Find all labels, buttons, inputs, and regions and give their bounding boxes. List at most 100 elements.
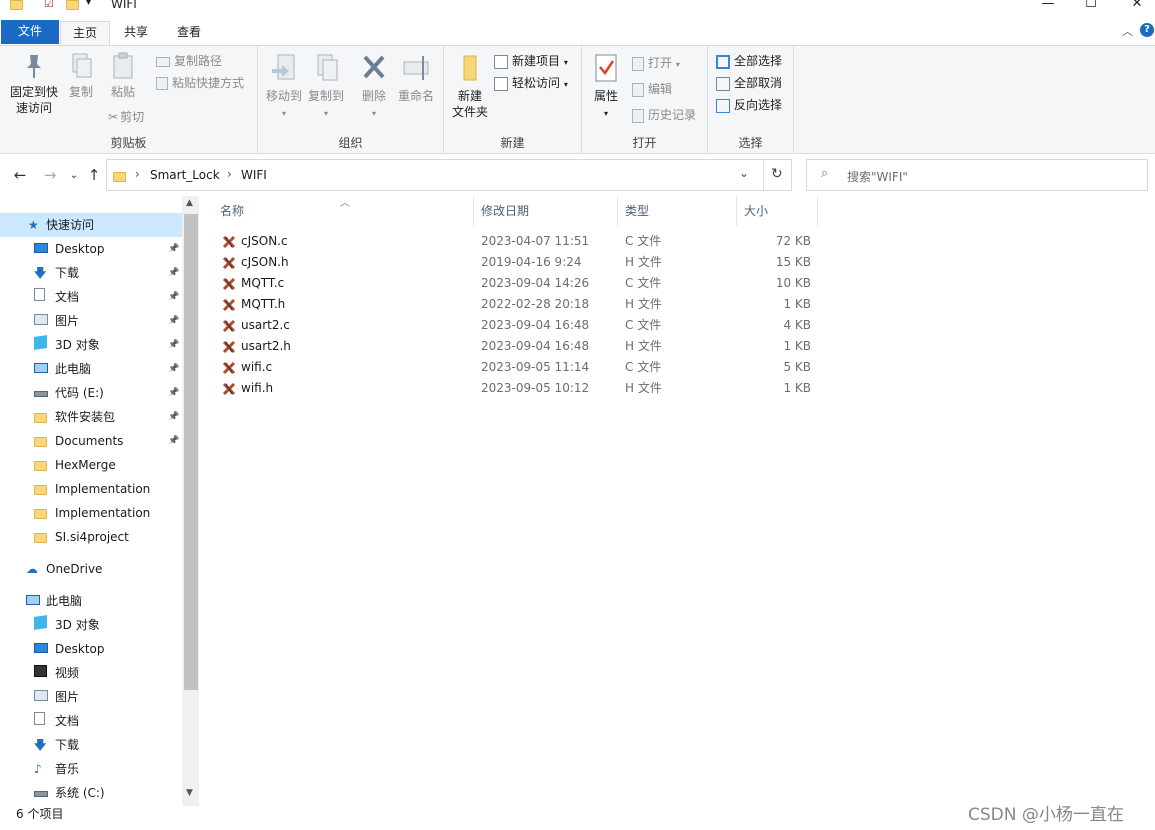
nav-item[interactable]: 文档 📌 xyxy=(0,285,182,309)
nav-onedrive[interactable]: ☁ OneDrive xyxy=(0,557,182,581)
collapse-ribbon-chevron-icon[interactable]: ︿ xyxy=(1122,23,1133,39)
nav-item[interactable]: 3D 对象 xyxy=(0,613,182,637)
select-none-label: 全部取消 xyxy=(734,76,783,90)
file-row[interactable]: wifi.c 2023-09-05 11:14 C 文件 5 KB xyxy=(216,357,816,378)
back-arrow-icon[interactable]: ← xyxy=(10,166,30,184)
nav-item[interactable]: SI.si4project xyxy=(0,525,182,549)
copy-button[interactable]: 复制 xyxy=(64,52,98,100)
nav-item[interactable]: 🡇 下载 xyxy=(0,733,182,757)
nav-item[interactable]: Documents 📌 xyxy=(0,429,182,453)
nav-item[interactable]: Implementation xyxy=(0,501,182,525)
file-row[interactable]: usart2.c 2023-09-04 16:48 C 文件 4 KB xyxy=(216,315,816,336)
edit-label: 编辑 xyxy=(648,82,673,96)
nav-item-label: 音乐 xyxy=(55,762,80,776)
rename-button[interactable]: 重命名 xyxy=(396,52,436,104)
ribbon-tabs: 文件 主页 共享 查看 ︿ ? xyxy=(0,18,1155,45)
move-to-button[interactable]: 移动到 ▾ xyxy=(262,52,306,122)
cut-label: 剪切 xyxy=(120,110,145,124)
source-file-icon xyxy=(222,256,236,270)
rename-label: 重命名 xyxy=(397,89,434,103)
column-header-size[interactable]: 大小 xyxy=(736,196,818,226)
close-button[interactable]: ✕ xyxy=(1122,0,1152,12)
copy-to-button[interactable]: 复制到 ▾ xyxy=(304,52,348,122)
nav-item[interactable]: HexMerge xyxy=(0,453,182,477)
pin-quick-access-button[interactable]: 固定到快 速访问 xyxy=(6,52,62,116)
nav-item[interactable]: 此电脑 📌 xyxy=(0,357,182,381)
customize-toolbar-chevron-icon[interactable]: ▾ xyxy=(86,0,91,8)
easy-access-button[interactable]: 轻松访问 ▾ xyxy=(494,73,568,93)
delete-x-icon xyxy=(363,55,385,79)
nav-item[interactable]: 🡇 下载 📌 xyxy=(0,261,182,285)
folder-icon xyxy=(34,453,47,477)
invert-selection-button[interactable]: 反向选择 xyxy=(716,95,782,115)
nav-item-label: 系统 (C:) xyxy=(55,786,105,800)
new-item-button[interactable]: 新建项目 ▾ xyxy=(494,51,568,71)
nav-item[interactable]: 图片 xyxy=(0,685,182,709)
nav-item[interactable]: ♪ 音乐 xyxy=(0,757,182,781)
nav-item-label: 下载 xyxy=(55,738,80,752)
delete-label: 删除 xyxy=(361,89,386,103)
edit-button[interactable]: 编辑 xyxy=(632,79,672,99)
file-row[interactable]: cJSON.h 2019-04-16 9:24 H 文件 15 KB xyxy=(216,252,816,273)
delete-button[interactable]: 删除 ▾ xyxy=(356,52,392,122)
search-box[interactable]: ⌕ 搜索"WIFI" xyxy=(806,159,1148,191)
minimize-button[interactable]: — xyxy=(1033,0,1063,12)
nav-item[interactable]: Desktop xyxy=(0,637,182,661)
column-header-name[interactable]: 名称 xyxy=(212,196,474,226)
nav-quick-access[interactable]: ★ 快速访问 xyxy=(0,213,182,237)
properties-button[interactable]: 属性 ▾ xyxy=(590,52,622,122)
file-row[interactable]: cJSON.c 2023-04-07 11:51 C 文件 72 KB xyxy=(216,231,816,252)
tab-view[interactable]: 查看 xyxy=(165,21,213,45)
column-header-type[interactable]: 类型 xyxy=(617,196,737,226)
select-none-button[interactable]: 全部取消 xyxy=(716,73,782,93)
address-divider xyxy=(763,160,764,190)
up-arrow-icon[interactable]: ↑ xyxy=(84,166,104,184)
open-button[interactable]: 打开 ▾ xyxy=(632,53,680,73)
scroll-up-icon[interactable]: ▲ xyxy=(186,198,193,208)
copy-path-button[interactable]: 复制路径 xyxy=(156,51,222,71)
help-icon[interactable]: ? xyxy=(1140,23,1154,37)
scroll-down-icon[interactable]: ▼ xyxy=(186,788,193,798)
new-folder-label-1: 新建 xyxy=(457,89,482,103)
paste-shortcut-label: 粘贴快捷方式 xyxy=(172,76,245,90)
nav-item[interactable]: 文档 xyxy=(0,709,182,733)
column-header-modified[interactable]: 修改日期 xyxy=(473,196,618,226)
address-history-chevron-icon[interactable]: ⌄ xyxy=(739,166,749,180)
new-folder-quick-icon[interactable] xyxy=(66,0,79,11)
history-label: 历史记录 xyxy=(648,108,697,122)
nav-item[interactable]: 视频 xyxy=(0,661,182,685)
paste-shortcut-button[interactable]: 粘贴快捷方式 xyxy=(156,73,244,93)
paste-button[interactable]: 粘贴 xyxy=(104,52,142,100)
nav-this-pc[interactable]: 此电脑 xyxy=(0,589,182,613)
refresh-icon[interactable]: ↻ xyxy=(771,166,783,182)
nav-item-label: Documents xyxy=(55,434,124,448)
maximize-button[interactable]: ☐ xyxy=(1076,0,1106,12)
tab-home[interactable]: 主页 xyxy=(60,21,111,45)
select-all-button[interactable]: 全部选择 xyxy=(716,51,782,71)
file-row[interactable]: usart2.h 2023-09-04 16:48 H 文件 1 KB xyxy=(216,336,816,357)
breadcrumb-smart-lock[interactable]: Smart_Lock xyxy=(150,168,220,182)
nav-scrollbar-thumb[interactable] xyxy=(184,214,198,690)
nav-item[interactable]: Desktop 📌 xyxy=(0,237,182,261)
new-folder-button[interactable]: 新建 文件夹 xyxy=(450,52,490,120)
nav-item[interactable]: Implementation xyxy=(0,477,182,501)
address-bar[interactable]: › Smart_Lock › WIFI ⌄ ↻ xyxy=(106,159,792,191)
file-row[interactable]: MQTT.c 2023-09-04 14:26 C 文件 10 KB xyxy=(216,273,816,294)
cut-button[interactable]: ✂ 剪切 xyxy=(108,107,144,127)
tab-file[interactable]: 文件 xyxy=(1,20,59,44)
properties-quick-icon[interactable]: ☑ xyxy=(44,0,54,10)
nav-item[interactable]: 系统 (C:) xyxy=(0,781,182,805)
nav-item[interactable]: 3D 对象 📌 xyxy=(0,333,182,357)
file-row[interactable]: wifi.h 2023-09-05 10:12 H 文件 1 KB xyxy=(216,378,816,399)
history-button[interactable]: 历史记录 xyxy=(632,105,696,125)
document-icon xyxy=(34,285,45,309)
file-name: wifi.c xyxy=(241,360,273,374)
nav-item[interactable]: 代码 (E:) 📌 xyxy=(0,381,182,405)
breadcrumb-wifi[interactable]: WIFI xyxy=(241,168,267,182)
nav-item[interactable]: 软件安装包 📌 xyxy=(0,405,182,429)
tab-share[interactable]: 共享 xyxy=(112,21,160,45)
nav-item[interactable]: 图片 📌 xyxy=(0,309,182,333)
forward-arrow-icon[interactable]: → xyxy=(40,166,60,184)
recent-locations-chevron-icon[interactable]: ⌄ xyxy=(64,170,84,181)
file-row[interactable]: MQTT.h 2022-02-28 20:18 H 文件 1 KB xyxy=(216,294,816,315)
